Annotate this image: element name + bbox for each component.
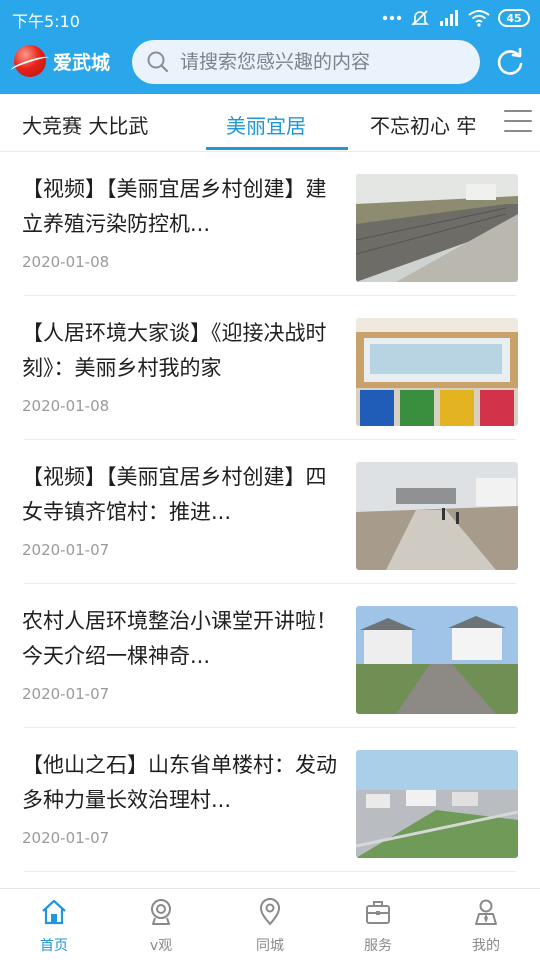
news-thumbnail — [356, 174, 518, 282]
news-title: 【视频】【美丽宜居乡村创建】四女寺镇齐馆村：推进... — [22, 465, 327, 524]
bottom-nav: 首页 v观 同城 服务 我的 — [0, 888, 540, 960]
home-icon — [42, 899, 66, 925]
briefcase-icon — [366, 901, 390, 924]
search-input[interactable] — [180, 40, 470, 84]
news-thumbnail — [356, 750, 518, 858]
news-item[interactable]: 【视频】【美丽宜居乡村创建】建立养殖污染防控机... 2020-01-08 — [0, 152, 540, 296]
nav-me[interactable]: 我的 — [436, 889, 536, 960]
wifi-icon — [468, 10, 490, 27]
nav-services[interactable]: 服务 — [328, 889, 428, 960]
nav-vview[interactable]: v观 — [111, 889, 211, 960]
news-date: 2020-01-07 — [22, 685, 110, 703]
news-item[interactable]: 【视频】【美丽宜居乡村创建】四女寺镇齐馆村：推进... 2020-01-07 — [0, 440, 540, 584]
nav-label: 服务 — [364, 938, 392, 954]
news-item[interactable]: 【人居环境大家谈】《迎接决战时刻》：美丽乡村我的家 2020-01-08 — [0, 296, 540, 440]
news-title: 【人居环境大家谈】《迎接决战时刻》：美丽乡村我的家 — [22, 321, 327, 380]
divider — [24, 871, 516, 872]
news-item[interactable]: 农村人居环境整治小课堂开讲啦！今天介绍一棵神奇... 2020-01-07 — [0, 584, 540, 728]
status-icons: 45 — [382, 7, 530, 29]
tab-beautiful-living[interactable]: 美丽宜居 — [226, 110, 306, 139]
app-header: 下午5:10 45 爱武城 — [0, 0, 540, 94]
nav-label: 我的 — [472, 938, 500, 954]
more-dots-icon — [382, 15, 402, 21]
logo-globe-icon — [14, 45, 46, 77]
refresh-icon[interactable] — [494, 46, 526, 78]
news-title: 【他山之石】山东省单楼村：发动多种力量长效治理村... — [22, 753, 337, 812]
status-bar: 下午5:10 45 — [0, 0, 540, 36]
news-date: 2020-01-08 — [22, 253, 110, 271]
app-logo[interactable]: 爱武城 — [14, 44, 110, 78]
nav-local[interactable]: 同城 — [220, 889, 320, 960]
news-thumbnail — [356, 606, 518, 714]
camera-icon — [151, 899, 171, 925]
news-thumbnail — [356, 318, 518, 426]
news-date: 2020-01-07 — [22, 541, 110, 559]
app-name: 爱武城 — [53, 51, 111, 74]
active-tab-indicator — [206, 147, 348, 150]
search-icon — [147, 51, 169, 73]
news-thumbnail — [356, 462, 518, 570]
news-item[interactable]: 【他山之石】山东省单楼村：发动多种力量长效治理村... 2020-01-07 — [0, 728, 540, 872]
tab-menu-icon[interactable] — [504, 110, 532, 134]
news-date: 2020-01-07 — [22, 829, 110, 847]
signal-icon — [440, 10, 458, 26]
battery-indicator: 45 — [498, 9, 530, 27]
nav-home[interactable]: 首页 — [4, 889, 104, 960]
news-title: 农村人居环境整治小课堂开讲啦！今天介绍一棵神奇... — [22, 609, 337, 668]
news-date: 2020-01-08 — [22, 397, 110, 415]
search-bar[interactable] — [132, 40, 480, 84]
tab-competition[interactable]: 大竞赛 大比武 — [22, 110, 148, 139]
tab-original-aspiration[interactable]: 不忘初心 牢 — [370, 110, 476, 139]
status-time: 下午5:10 — [12, 12, 80, 31]
user-icon — [475, 899, 497, 925]
nav-label: v观 — [149, 938, 173, 954]
news-title: 【视频】【美丽宜居乡村创建】建立养殖污染防控机... — [22, 177, 327, 236]
location-icon — [259, 898, 281, 926]
channel-tabs: 大竞赛 大比武 美丽宜居 不忘初心 牢 — [0, 94, 540, 152]
mute-icon — [411, 10, 429, 26]
nav-label: 同城 — [256, 938, 284, 954]
nav-label: 首页 — [40, 938, 68, 954]
